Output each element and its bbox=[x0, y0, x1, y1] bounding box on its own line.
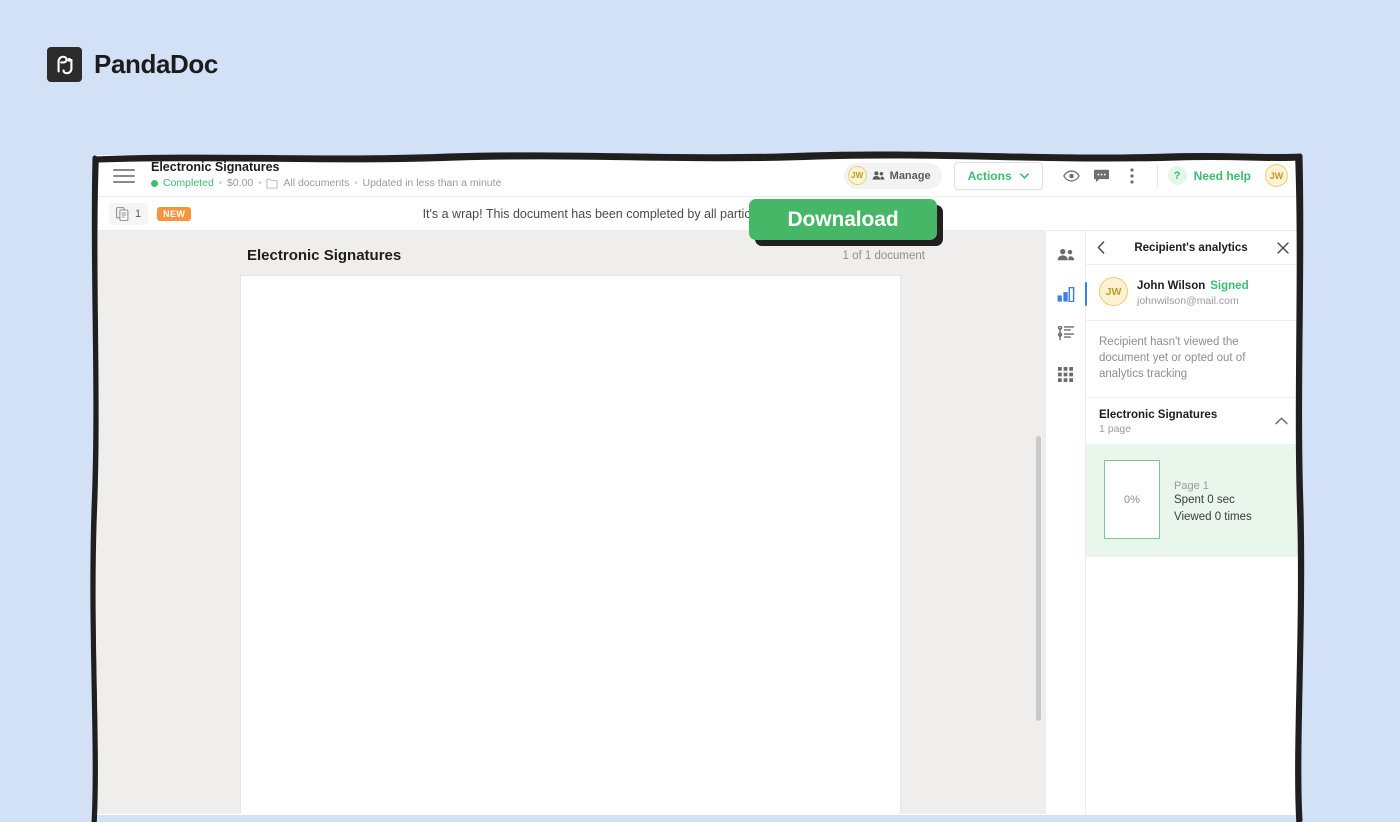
people-icon bbox=[872, 170, 885, 181]
page-view-percent: 0% bbox=[1124, 493, 1140, 506]
download-button[interactable]: Downaload bbox=[749, 199, 937, 240]
manage-recipients-button[interactable]: JW Manage bbox=[843, 162, 942, 189]
brand-name: PandaDoc bbox=[94, 49, 218, 79]
recipient-status: Signed bbox=[1210, 280, 1249, 292]
toolbar-divider bbox=[1156, 164, 1158, 187]
page-count: 1 bbox=[135, 207, 142, 220]
activity-list-icon[interactable] bbox=[1054, 323, 1078, 345]
download-callout: Downaload bbox=[749, 199, 943, 246]
hamburger-menu-icon[interactable] bbox=[113, 168, 135, 183]
page-thumbnail[interactable]: 0% bbox=[1104, 460, 1160, 539]
page-thumbnails-toggle[interactable]: 1 bbox=[109, 202, 149, 225]
avatar: JW bbox=[1099, 277, 1128, 306]
recipients-icon[interactable] bbox=[1054, 243, 1078, 265]
empty-analytics-message: Recipient hasn't viewed the document yet… bbox=[1086, 321, 1300, 398]
vertical-scrollbar[interactable] bbox=[1036, 436, 1041, 721]
page-analytics-card[interactable]: 0% Page 1 Spent 0 sec Viewed 0 times bbox=[1086, 444, 1300, 557]
chevron-up-icon[interactable] bbox=[1275, 412, 1288, 430]
recipient-name-line: John Wilson Signed bbox=[1137, 276, 1249, 294]
new-badge: NEW bbox=[157, 206, 192, 221]
folder-name[interactable]: All documents bbox=[283, 176, 349, 191]
panel-title: Recipient's analytics bbox=[1134, 241, 1248, 254]
status-badge: Completed bbox=[163, 177, 214, 189]
document-viewer: Electronic Signatures 1 of 1 document bbox=[95, 231, 1045, 814]
updated-timestamp: Updated in less than a minute bbox=[362, 177, 502, 189]
need-help-label: Need help bbox=[1193, 168, 1251, 183]
question-mark-icon: ? bbox=[1167, 166, 1187, 185]
page-statistics: Page 1 Spent 0 sec Viewed 0 times bbox=[1174, 460, 1252, 526]
document-meta: Electronic Signatures Completed • $0.00 … bbox=[151, 160, 844, 191]
recipient-name: John Wilson bbox=[1137, 280, 1206, 292]
avatar: JW bbox=[847, 166, 867, 185]
folder-icon bbox=[266, 178, 278, 189]
avatar[interactable]: JW bbox=[1265, 164, 1288, 187]
app-window: Electronic Signatures Completed • $0.00 … bbox=[95, 155, 1300, 815]
separator: • bbox=[354, 178, 358, 188]
main-body: Electronic Signatures 1 of 1 document Re… bbox=[95, 231, 1300, 814]
page-label: Page 1 bbox=[1174, 480, 1209, 492]
analytics-section-header[interactable]: Electronic Signatures 1 page bbox=[1086, 398, 1300, 444]
document-price: $0.00 bbox=[226, 177, 254, 189]
need-help-button[interactable]: ? Need help bbox=[1167, 166, 1251, 185]
recipient-email: johnwilson@mail.com bbox=[1137, 295, 1239, 307]
recipient-row[interactable]: JW John Wilson Signed johnwilson@mail.com bbox=[1086, 265, 1300, 321]
panel-header: Recipient's analytics bbox=[1086, 231, 1300, 265]
apps-grid-icon[interactable] bbox=[1054, 363, 1078, 385]
comment-icon[interactable] bbox=[1087, 169, 1117, 183]
eye-icon[interactable] bbox=[1057, 169, 1087, 182]
separator: • bbox=[258, 178, 262, 188]
analytics-bar-chart-icon[interactable] bbox=[1054, 282, 1087, 306]
pandadoc-logo-icon bbox=[47, 47, 82, 82]
separator: • bbox=[218, 178, 222, 188]
top-toolbar: Electronic Signatures Completed • $0.00 … bbox=[95, 155, 1300, 197]
page-view-count: Viewed 0 times bbox=[1174, 511, 1252, 523]
page-title: Electronic Signatures bbox=[151, 160, 280, 174]
analytics-section-labels: Electronic Signatures 1 page bbox=[1099, 409, 1217, 435]
more-vertical-icon[interactable] bbox=[1117, 167, 1147, 184]
document-name: Electronic Signatures bbox=[247, 247, 402, 264]
banner-bar: 1 NEW It's a wrap! This document has bee… bbox=[95, 197, 1300, 231]
status-dot-icon bbox=[151, 180, 158, 187]
recipient-details: John Wilson Signed johnwilson@mail.com bbox=[1137, 276, 1249, 307]
analytics-section-subtitle: 1 page bbox=[1099, 423, 1132, 435]
copy-pages-icon bbox=[116, 206, 129, 221]
chevron-left-icon[interactable] bbox=[1097, 241, 1105, 254]
page-time-spent: Spent 0 sec bbox=[1174, 494, 1235, 506]
download-button-label: Downaload bbox=[787, 207, 899, 231]
manage-label: Manage bbox=[889, 169, 931, 182]
completion-message: It's a wrap! This document has been comp… bbox=[422, 206, 788, 221]
document-page[interactable] bbox=[240, 276, 900, 814]
chevron-down-icon bbox=[1019, 172, 1029, 179]
close-icon[interactable] bbox=[1277, 241, 1289, 254]
actions-button[interactable]: Actions bbox=[953, 161, 1043, 190]
brand-logo: PandaDoc bbox=[47, 47, 218, 82]
document-subline: Completed • $0.00 • All documents • Upda… bbox=[151, 176, 844, 191]
actions-label: Actions bbox=[967, 168, 1012, 183]
recipient-analytics-panel: Recipient's analytics JW John Wilson Sign… bbox=[1085, 231, 1300, 814]
document-counter: 1 of 1 document bbox=[842, 249, 925, 262]
right-icon-rail bbox=[1045, 231, 1087, 814]
analytics-section-title: Electronic Signatures bbox=[1099, 409, 1218, 421]
